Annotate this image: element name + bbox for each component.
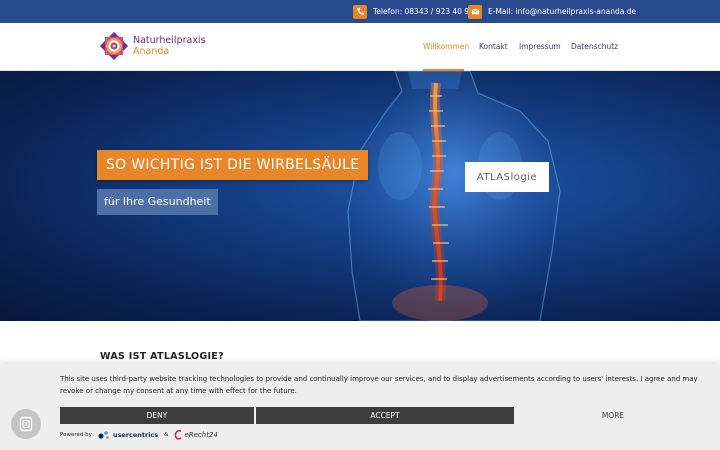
accept-button[interactable]: ACCEPT: [256, 407, 514, 424]
phone-contact[interactable]: Telefon: 08343 / 923 40 99: [353, 4, 474, 19]
phone-icon: [353, 4, 367, 19]
site-logo[interactable]: Naturheilpraxis Ananda: [99, 31, 206, 61]
privacy-settings-button[interactable]: [11, 409, 41, 439]
usercentrics-logo-icon: [98, 431, 109, 439]
mandala-logo-icon: [99, 31, 129, 61]
powered-by-label: Powered by: [60, 432, 92, 438]
cookie-consent-banner: This site uses third-party website track…: [0, 364, 720, 450]
erecht24-brand[interactable]: eRecht24: [184, 431, 217, 439]
section-title: WAS IST ATLASLOGIE?: [100, 351, 224, 362]
deny-button[interactable]: DENY: [60, 407, 254, 424]
phone-text: Telefon: 08343 / 923 40 99: [373, 7, 474, 16]
usercentrics-brand[interactable]: usercentrics: [113, 431, 158, 439]
top-contact-bar: Telefon: 08343 / 923 40 99 E-Mail: info@…: [0, 0, 720, 23]
more-button[interactable]: MORE: [516, 407, 710, 424]
cookie-consent-text: This site uses third-party website track…: [60, 375, 698, 395]
logo-name-line1: Naturheilpraxis: [133, 35, 206, 46]
email-text: E-Mail: info@naturheilpraxis-ananda.de: [488, 7, 637, 16]
email-contact[interactable]: E-Mail: info@naturheilpraxis-ananda.de: [468, 4, 636, 19]
hero-banner: SO WICHTIG IST DIE WIRBELSÄULE für Ihre …: [0, 71, 720, 321]
site-header: Naturheilpraxis Ananda Willkommen Kontak…: [0, 23, 720, 71]
powered-by-row: Powered by usercentrics & eRecht24: [60, 429, 218, 441]
logo-name-line2: Ananda: [133, 46, 170, 57]
atlaslogie-logo-text: ATLASlogie: [476, 171, 538, 183]
brand-separator: &: [164, 432, 169, 438]
fingerprint-icon: [19, 416, 33, 432]
hero-headline: SO WICHTIG IST DIE WIRBELSÄULE: [97, 150, 369, 180]
atlaslogie-logo: ATLASlogie: [465, 162, 549, 192]
nav-kontakt[interactable]: Kontakt: [479, 42, 508, 51]
nav-datenschutz[interactable]: Datenschutz: [571, 42, 618, 51]
hero-subline: für Ihre Gesundheit: [97, 189, 218, 215]
nav-willkommen[interactable]: Willkommen: [423, 42, 469, 51]
nav-impressum[interactable]: Impressum: [519, 42, 561, 51]
erecht24-logo-icon: [175, 430, 182, 440]
mail-icon: [468, 4, 482, 19]
